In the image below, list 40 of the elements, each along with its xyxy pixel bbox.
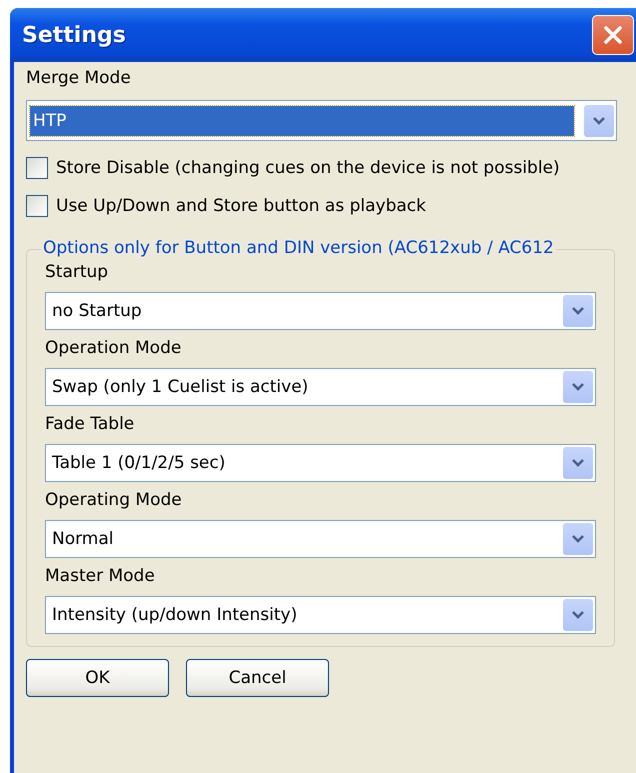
checkbox-label: Use Up/Down and Store button as playback bbox=[56, 196, 426, 216]
dropdown-value: Intensity (up/down Intensity) bbox=[51, 604, 298, 627]
dropdown-value: no Startup bbox=[51, 300, 143, 323]
chevron-down-icon bbox=[571, 382, 585, 392]
chevron-down-icon bbox=[571, 458, 585, 468]
checkbox[interactable] bbox=[26, 157, 48, 179]
close-icon bbox=[603, 25, 623, 45]
field-label: Merge Mode bbox=[26, 68, 131, 88]
window-title: Settings bbox=[22, 22, 126, 48]
close-button[interactable] bbox=[592, 15, 634, 55]
chevron-down-icon bbox=[571, 610, 585, 620]
dropdown-arrow-button[interactable] bbox=[584, 104, 614, 136]
dropdown-arrow-button[interactable] bbox=[563, 295, 593, 327]
field-label: Operating Mode bbox=[45, 490, 183, 510]
dropdown[interactable]: Swap (only 1 Cuelist is active) bbox=[45, 368, 596, 406]
field-label: Fade Table bbox=[45, 414, 136, 434]
dialog-button[interactable]: Cancel bbox=[186, 659, 329, 697]
dropdown-arrow-button[interactable] bbox=[563, 599, 593, 631]
dropdown[interactable]: Normal bbox=[45, 520, 596, 558]
dropdown[interactable]: no Startup bbox=[45, 292, 596, 330]
field-label: Master Mode bbox=[45, 566, 156, 586]
checkbox[interactable] bbox=[26, 195, 48, 217]
chevron-down-icon bbox=[571, 306, 585, 316]
dropdown[interactable]: HTP bbox=[26, 100, 617, 141]
dropdown-arrow-button[interactable] bbox=[563, 523, 593, 555]
field-label: Operation Mode bbox=[45, 338, 182, 358]
dropdown-value: Swap (only 1 Cuelist is active) bbox=[51, 376, 310, 399]
dropdown-value: Normal bbox=[51, 528, 115, 551]
group-title: Options only for Button and DIN version (AC612xub / AC612 bbox=[41, 238, 556, 258]
dropdown-arrow-button[interactable] bbox=[563, 371, 593, 403]
dropdown-value: HTP bbox=[30, 106, 574, 136]
chevron-down-icon bbox=[592, 116, 606, 126]
dropdown-arrow-button[interactable] bbox=[563, 447, 593, 479]
dropdown[interactable]: Intensity (up/down Intensity) bbox=[45, 596, 596, 634]
dropdown[interactable]: Table 1 (0/1/2/5 sec) bbox=[45, 444, 596, 482]
dropdown-value: Table 1 (0/1/2/5 sec) bbox=[51, 452, 226, 475]
checkbox-label: Store Disable (changing cues on the device is not possible) bbox=[56, 158, 560, 178]
field-label: Startup bbox=[45, 262, 110, 282]
dialog-button[interactable]: OK bbox=[26, 659, 169, 697]
chevron-down-icon bbox=[571, 534, 585, 544]
